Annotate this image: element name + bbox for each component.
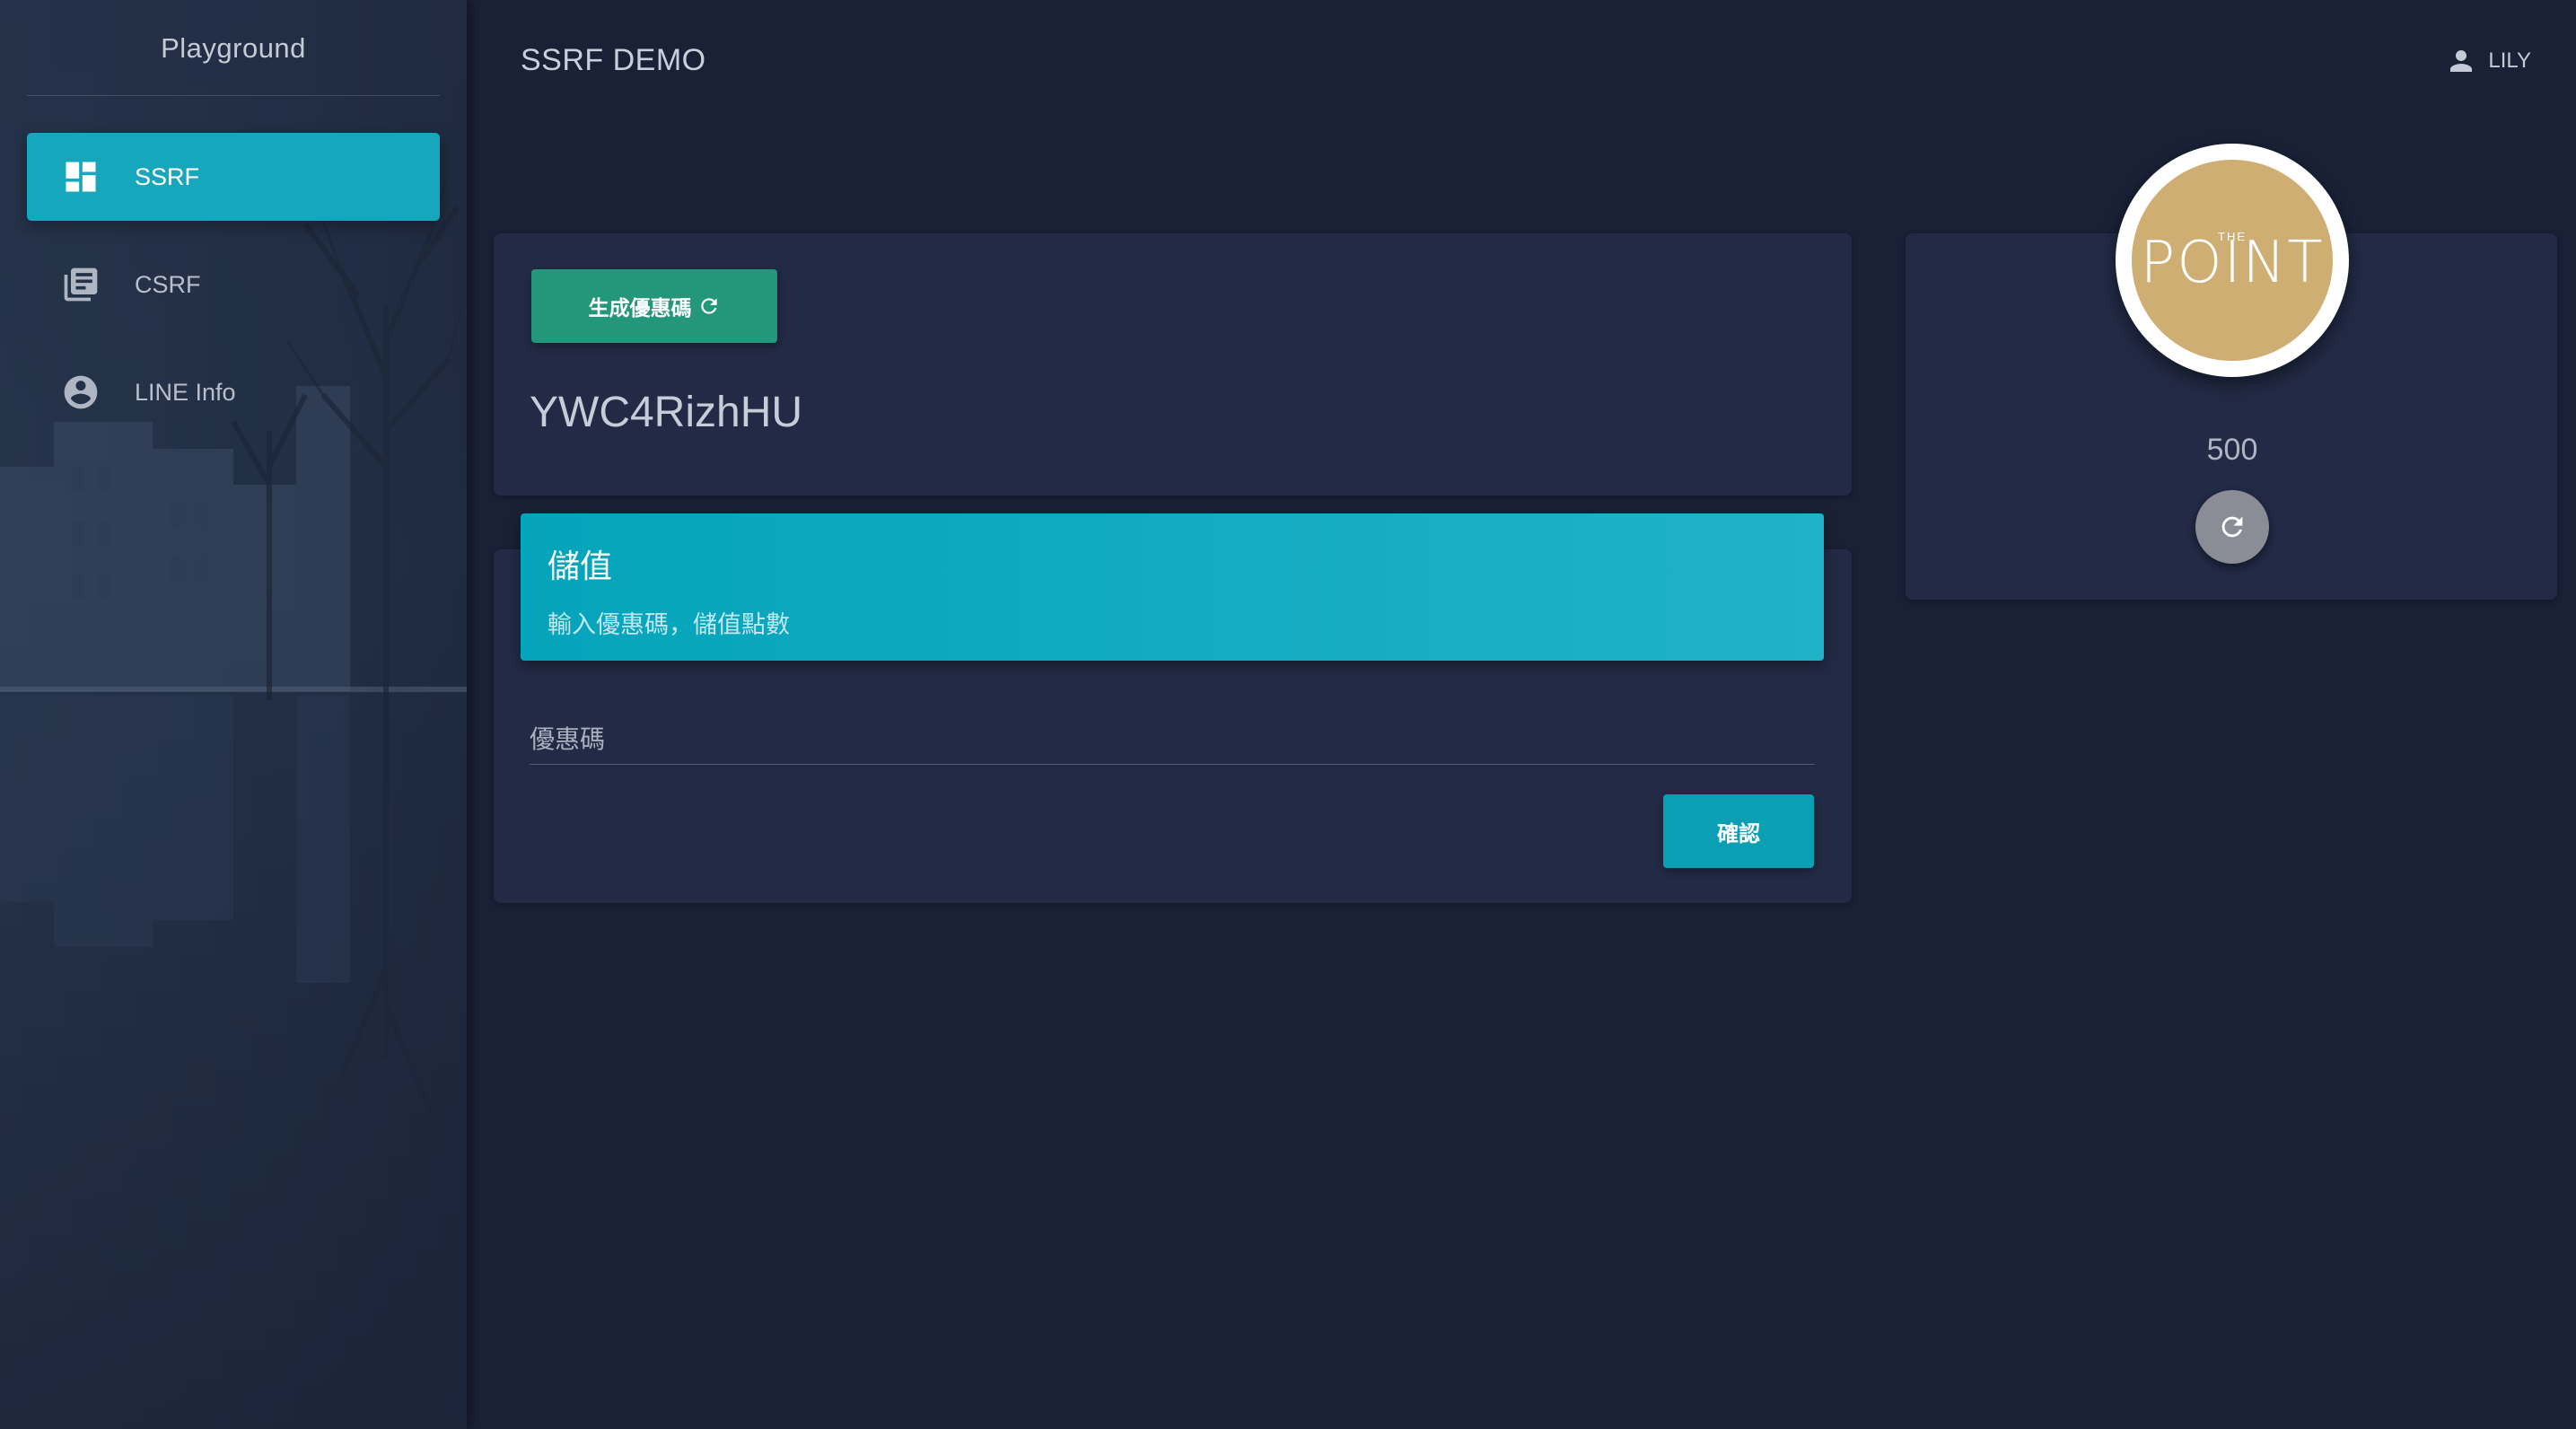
deposit-card-header: 儲值 輸入優惠碼，儲值點數 xyxy=(521,513,1824,661)
sidebar-nav: SSRF CSRF LINE Info xyxy=(27,133,440,456)
logo-small-text: THE xyxy=(2218,230,2247,243)
library-books-icon xyxy=(61,265,101,304)
user-menu[interactable]: LILY xyxy=(2445,45,2531,77)
person-icon xyxy=(2450,50,2473,72)
logo-badge: THE POINT xyxy=(2132,160,2333,361)
refresh-points-button[interactable] xyxy=(2195,490,2269,564)
refresh-icon xyxy=(700,298,717,314)
refresh-icon xyxy=(2221,516,2243,538)
user-name: LILY xyxy=(2488,48,2531,73)
sidebar-item-csrf[interactable]: CSRF xyxy=(27,241,440,329)
account-circle-icon xyxy=(61,373,101,412)
sidebar-brand[interactable]: Playground xyxy=(0,0,467,97)
generate-coupon-button[interactable]: 生成優惠碼 xyxy=(531,269,777,343)
deposit-title: 儲值 xyxy=(548,548,613,585)
sidebar: Playground SSRF CSRF LINE Info xyxy=(0,0,467,1429)
the-point-logo: THE POINT xyxy=(2116,144,2349,377)
generate-coupon-label: 生成優惠碼 xyxy=(588,297,692,320)
confirm-button[interactable]: 確認 xyxy=(1663,794,1814,868)
page-title: SSRF DEMO xyxy=(521,43,706,77)
sidebar-item-label: CSRF xyxy=(135,270,201,298)
sidebar-item-label: LINE Info xyxy=(135,378,236,406)
coupon-code: YWC4RizhHU xyxy=(530,389,803,436)
coupon-generator-card: 生成優惠碼 YWC4RizhHU xyxy=(494,233,1852,495)
deposit-subtitle: 輸入優惠碼，儲值點數 xyxy=(548,611,790,639)
dashboard-icon xyxy=(61,157,101,197)
sidebar-item-line-info[interactable]: LINE Info xyxy=(27,348,440,436)
sidebar-divider xyxy=(27,95,440,96)
coupon-input[interactable] xyxy=(530,714,1815,765)
points-value: 500 xyxy=(2206,433,2258,467)
sidebar-item-ssrf[interactable]: SSRF xyxy=(27,133,440,221)
sidebar-item-label: SSRF xyxy=(135,162,200,190)
